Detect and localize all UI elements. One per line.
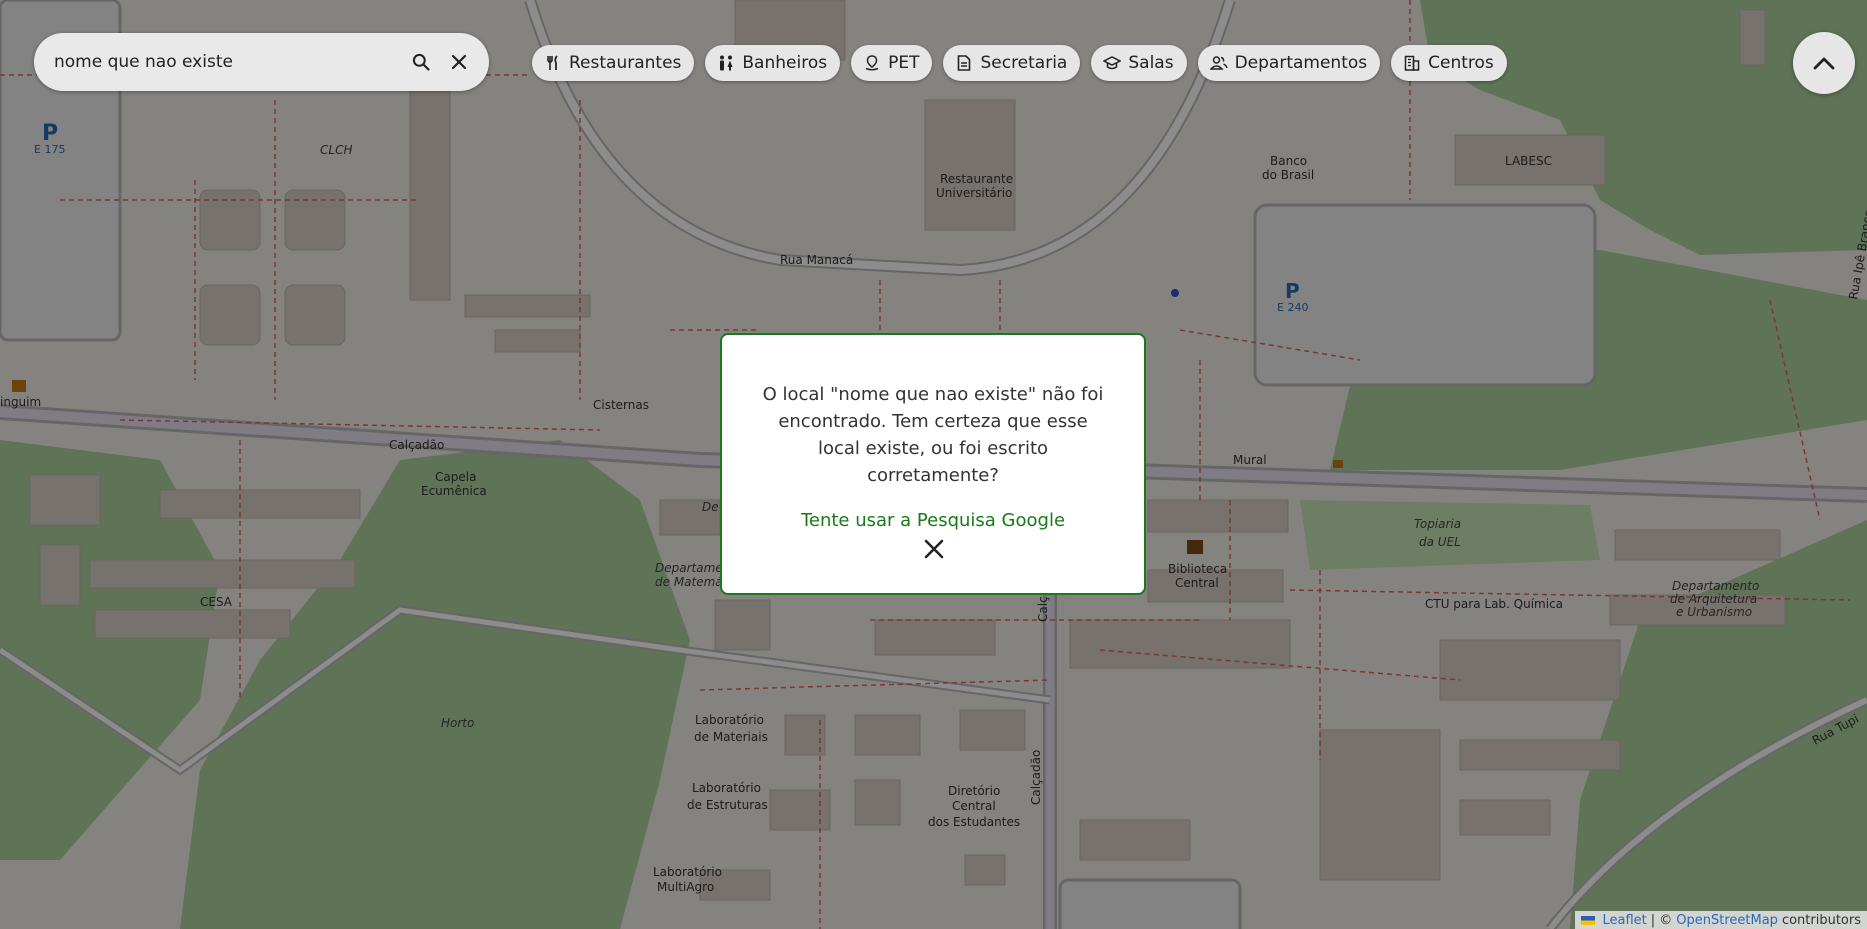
chip-label: Departamentos bbox=[1234, 53, 1368, 73]
dialog-close-button[interactable] bbox=[920, 535, 948, 563]
graduation-cap-icon bbox=[1103, 54, 1122, 72]
collapse-button[interactable] bbox=[1793, 32, 1855, 94]
chip-label: Salas bbox=[1128, 53, 1174, 73]
ukraine-flag-icon bbox=[1581, 915, 1596, 925]
clear-search-button[interactable] bbox=[443, 46, 475, 78]
close-icon bbox=[451, 54, 467, 70]
not-found-dialog: O local "nome que nao existe" não foi en… bbox=[720, 333, 1146, 595]
attribution-contributors: contributors bbox=[1781, 912, 1861, 928]
search-bar bbox=[34, 33, 489, 91]
chip-label: Centros bbox=[1428, 53, 1494, 73]
osm-link[interactable]: OpenStreetMap bbox=[1676, 913, 1778, 928]
search-button[interactable] bbox=[405, 46, 437, 78]
search-icon bbox=[412, 53, 430, 71]
search-input[interactable] bbox=[52, 51, 399, 73]
close-icon bbox=[924, 539, 944, 559]
chip-centros[interactable]: Centros bbox=[1391, 45, 1507, 81]
building-icon bbox=[1403, 54, 1421, 72]
chevron-up-icon bbox=[1813, 57, 1835, 70]
fork-knife-icon bbox=[544, 54, 562, 72]
not-found-message: O local "nome que nao existe" não foi en… bbox=[762, 384, 1104, 486]
google-search-link[interactable]: Tente usar a Pesquisa Google bbox=[722, 510, 1144, 531]
pet-pin-icon bbox=[863, 54, 881, 72]
filter-chips: Restaurantes Banheiros PET Secretaria Sa… bbox=[532, 45, 1507, 81]
chip-secretaria[interactable]: Secretaria bbox=[943, 45, 1081, 81]
document-icon bbox=[955, 54, 973, 72]
chip-restaurantes[interactable]: Restaurantes bbox=[532, 45, 695, 81]
leaflet-link[interactable]: Leaflet bbox=[1602, 913, 1646, 928]
chip-label: PET bbox=[888, 53, 920, 73]
chip-label: Restaurantes bbox=[569, 53, 682, 73]
map-attribution: Leaflet | © OpenStreetMap contributors bbox=[1575, 911, 1867, 929]
restroom-icon bbox=[717, 54, 735, 72]
chip-salas[interactable]: Salas bbox=[1091, 45, 1187, 81]
chip-pet[interactable]: PET bbox=[851, 45, 933, 81]
people-icon bbox=[1209, 54, 1228, 72]
chip-banheiros[interactable]: Banheiros bbox=[705, 45, 841, 81]
chip-label: Secretaria bbox=[980, 53, 1068, 73]
chip-departamentos[interactable]: Departamentos bbox=[1197, 45, 1381, 81]
chip-label: Banheiros bbox=[742, 53, 828, 73]
attribution-separator: | © bbox=[1650, 912, 1673, 928]
